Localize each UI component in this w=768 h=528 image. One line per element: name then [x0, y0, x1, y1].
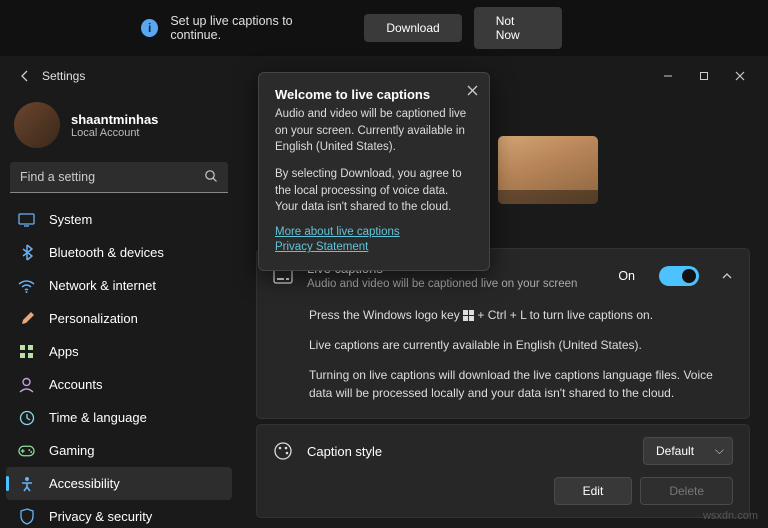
tooltip-body-1: Audio and video will be captioned live o… [275, 106, 473, 156]
chevron-up-icon[interactable] [721, 270, 733, 282]
sidebar-item-label: Personalization [49, 311, 138, 326]
live-captions-subtitle: Audio and video will be captioned live o… [307, 278, 604, 290]
more-about-link[interactable]: More about live captions [275, 226, 473, 238]
palette-icon [273, 441, 293, 461]
game-icon [18, 442, 35, 459]
setup-banner: i Set up live captions to continue. Down… [0, 0, 768, 56]
nav: System Bluetooth & devices Network & inter… [6, 203, 232, 528]
brush-icon [18, 310, 35, 327]
acc-icon [18, 475, 35, 492]
banner-message: Set up live captions to continue. [170, 14, 340, 42]
privacy-link[interactable]: Privacy Statement [275, 241, 473, 253]
profile-account: Local Account [71, 127, 158, 139]
sidebar-item-bluetooth-devices[interactable]: Bluetooth & devices [6, 236, 232, 269]
live-captions-toggle[interactable] [659, 266, 699, 286]
sidebar-item-label: Accounts [49, 377, 102, 392]
sidebar-item-label: Network & internet [49, 278, 156, 293]
live-captions-card: Live captions Audio and video will be ca… [256, 248, 750, 419]
tooltip-close-button[interactable] [463, 81, 481, 99]
maximize-button[interactable] [686, 61, 722, 91]
sidebar-item-label: Accessibility [49, 476, 120, 491]
caption-style-row: Caption style Default [257, 425, 749, 477]
sidebar-item-label: System [49, 212, 92, 227]
acct-icon [18, 376, 35, 393]
caption-preview [498, 136, 598, 204]
sidebar-item-label: Gaming [49, 443, 95, 458]
sidebar-item-label: Bluetooth & devices [49, 245, 164, 260]
sidebar-item-accounts[interactable]: Accounts [6, 368, 232, 401]
sidebar-item-label: Privacy & security [49, 509, 152, 524]
sidebar-item-personalization[interactable]: Personalization [6, 302, 232, 335]
back-button[interactable] [18, 69, 32, 83]
search-container [10, 162, 228, 193]
avatar [14, 102, 60, 148]
windows-key-icon [463, 310, 474, 321]
caption-style-select[interactable]: Default [643, 437, 733, 465]
caption-style-title: Caption style [307, 444, 629, 459]
priv-icon [18, 508, 35, 525]
caption-style-card: Caption style Default Edit Delete [256, 424, 750, 518]
time-icon [18, 409, 35, 426]
tooltip-body-2: By selecting Download, you agree to the … [275, 166, 473, 216]
search-input[interactable] [10, 162, 228, 193]
profile[interactable]: shaantminhas Local Account [6, 96, 232, 162]
edit-button[interactable]: Edit [554, 477, 633, 505]
live-captions-details: Press the Windows logo key + Ctrl + L to… [257, 302, 749, 418]
net-icon [18, 277, 35, 294]
sidebar-item-network-internet[interactable]: Network & internet [6, 269, 232, 302]
search-icon [204, 169, 218, 183]
sidebar-item-system[interactable]: System [6, 203, 232, 236]
sidebar-item-accessibility[interactable]: Accessibility [6, 467, 232, 500]
window-title: Settings [42, 69, 85, 83]
not-now-button[interactable]: Not Now [474, 7, 562, 49]
minimize-button[interactable] [650, 61, 686, 91]
profile-name: shaantminhas [71, 112, 158, 127]
bt-icon [18, 244, 35, 261]
sidebar-item-label: Time & language [49, 410, 147, 425]
sidebar-item-gaming[interactable]: Gaming [6, 434, 232, 467]
close-button[interactable] [722, 61, 758, 91]
sidebar-item-time-language[interactable]: Time & language [6, 401, 232, 434]
welcome-tooltip: Welcome to live captions Audio and video… [258, 72, 490, 271]
sidebar-item-privacy-security[interactable]: Privacy & security [6, 500, 232, 528]
delete-button[interactable]: Delete [640, 477, 733, 505]
sidebar: shaantminhas Local Account System Bluetoo… [0, 96, 238, 528]
info-icon: i [141, 19, 158, 37]
sidebar-item-label: Apps [49, 344, 79, 359]
system-icon [18, 211, 35, 228]
watermark: wsxdn.com [703, 510, 758, 522]
download-button[interactable]: Download [364, 14, 461, 42]
apps-icon [18, 343, 35, 360]
toggle-state: On [618, 269, 635, 283]
sidebar-item-apps[interactable]: Apps [6, 335, 232, 368]
tooltip-title: Welcome to live captions [275, 87, 473, 102]
